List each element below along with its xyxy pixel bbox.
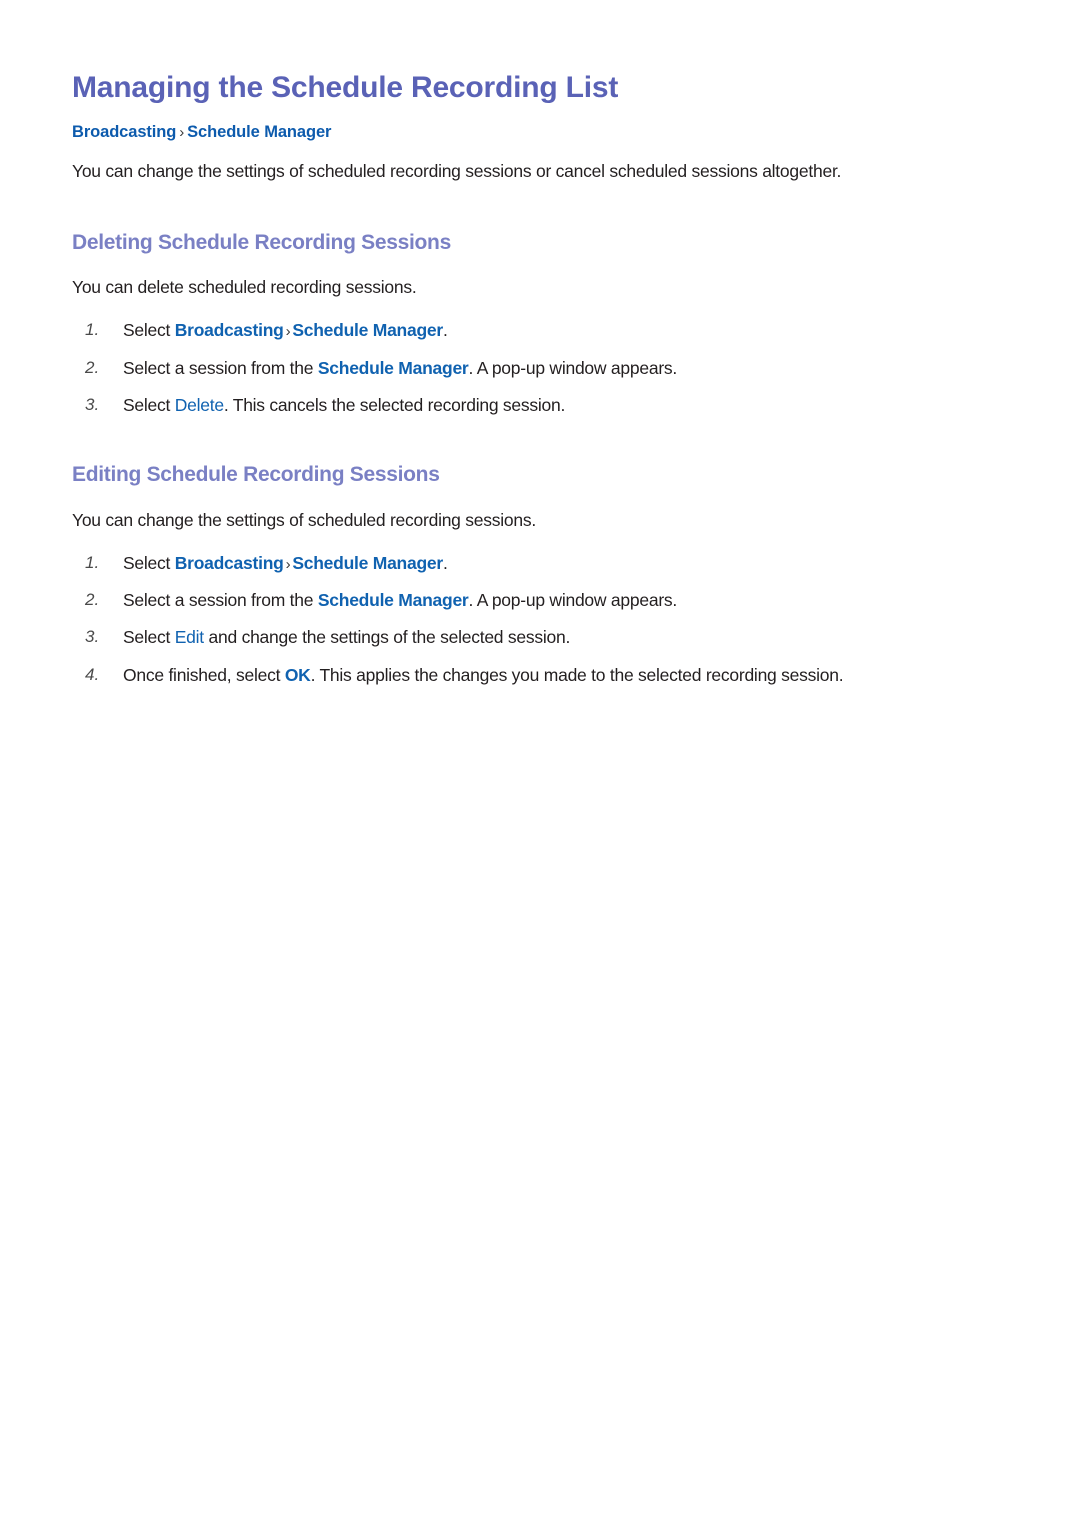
step-text: Select xyxy=(123,627,175,648)
page-title: Managing the Schedule Recording List xyxy=(72,71,619,104)
breadcrumb: Broadcasting › Schedule Manager xyxy=(72,122,1012,143)
inline-term[interactable]: Schedule Manager xyxy=(292,320,443,340)
step-number: 3. xyxy=(85,627,100,647)
inline-term[interactable]: Schedule Manager xyxy=(318,358,469,378)
step-number: 1. xyxy=(85,320,100,340)
step-text: Once finished, select xyxy=(123,664,285,685)
step-number: 2. xyxy=(85,589,100,609)
section-editing: Editing Schedule Recording Sessions You … xyxy=(72,462,1012,688)
inline-term[interactable]: Schedule Manager xyxy=(318,590,469,610)
breadcrumb-separator-icon: › xyxy=(179,124,185,142)
section-heading: Editing Schedule Recording Sessions xyxy=(72,463,440,487)
step-text: Select a session from the xyxy=(123,589,318,610)
step-text: Select xyxy=(123,320,175,341)
document-content: Managing the Schedule Recording List Bro… xyxy=(72,0,1012,688)
step-item: 3. Select Edit and change the settings of… xyxy=(72,625,1012,650)
step-text: . This cancels the selected recording se… xyxy=(223,395,566,416)
step-item: 4. Once finished, select OK. This applies… xyxy=(72,663,1012,688)
inline-term[interactable]: Edit xyxy=(175,627,204,647)
section-deleting: Deleting Schedule Recording Sessions You… xyxy=(72,230,1012,418)
step-item: 3. Select Delete. This cancels the select… xyxy=(72,393,1012,418)
step-item: 1. Select Broadcasting › Schedule Manager. xyxy=(72,551,1012,576)
step-number: 4. xyxy=(85,664,100,684)
step-text: Select xyxy=(123,395,175,416)
step-number: 2. xyxy=(85,357,100,377)
document-page: Managing the Schedule Recording List Bro… xyxy=(0,0,1080,1527)
inline-term[interactable]: Schedule Manager xyxy=(292,553,443,573)
step-number: 1. xyxy=(85,552,100,572)
step-text: . xyxy=(442,552,448,573)
step-number: 3. xyxy=(85,395,100,415)
step-text: Select a session from the xyxy=(123,357,318,378)
step-text: . A pop-up window appears. xyxy=(468,589,678,610)
step-item: 1. Select Broadcasting › Schedule Manager. xyxy=(72,318,1012,343)
steps-list: 1. Select Broadcasting › Schedule Manager. 2… xyxy=(72,318,1012,418)
breadcrumb-root[interactable]: Broadcasting xyxy=(72,123,176,141)
step-text: . A pop-up window appears. xyxy=(468,357,678,378)
step-text: Select xyxy=(123,552,175,573)
steps-list: 1. Select Broadcasting › Schedule Manager. 2… xyxy=(72,551,1012,689)
step-text: and change the settings of the selected … xyxy=(203,627,571,648)
breadcrumb-leaf[interactable]: Schedule Manager xyxy=(187,123,331,141)
step-item: 2. Select a session from the Schedule Man… xyxy=(72,356,1012,381)
section-heading: Deleting Schedule Recording Sessions xyxy=(72,231,451,255)
step-text: . xyxy=(442,320,448,341)
inline-term[interactable]: Broadcasting xyxy=(175,320,284,340)
inline-term[interactable]: OK xyxy=(285,665,311,685)
section-lead-paragraph: You can delete scheduled recording sessi… xyxy=(72,277,417,298)
intro-paragraph: You can change the settings of scheduled… xyxy=(72,160,842,181)
step-text: . This applies the changes you made to t… xyxy=(310,664,844,685)
section-lead-paragraph: You can change the settings of scheduled… xyxy=(72,509,536,530)
step-item: 2. Select a session from the Schedule Man… xyxy=(72,588,1012,613)
inline-term[interactable]: Delete xyxy=(175,395,224,415)
inline-term[interactable]: Broadcasting xyxy=(175,553,284,573)
